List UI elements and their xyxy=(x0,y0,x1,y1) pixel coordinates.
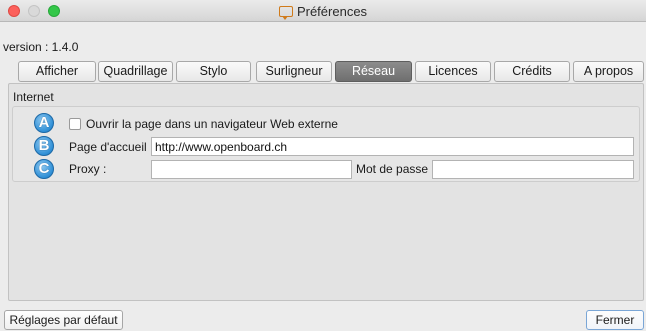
title-bar: Préférences xyxy=(0,0,646,22)
proxy-label: Proxy : xyxy=(69,162,107,176)
open-external-label: Ouvrir la page dans un navigateur Web ex… xyxy=(86,117,338,131)
version-label: version : 1.4.0 xyxy=(3,40,79,54)
internet-group-title: Internet xyxy=(13,90,54,104)
homepage-input[interactable] xyxy=(151,137,634,156)
tab-credits[interactable]: Crédits xyxy=(494,61,570,82)
badge-a-icon: A xyxy=(34,113,54,133)
tab-a-propos[interactable]: A propos xyxy=(573,61,644,82)
badge-c-icon: C xyxy=(34,159,54,179)
restore-defaults-button[interactable]: Réglages par défaut xyxy=(4,310,123,330)
badge-b-icon: B xyxy=(34,136,54,156)
close-button[interactable]: Fermer xyxy=(586,310,644,330)
tab-afficher[interactable]: Afficher xyxy=(18,61,96,82)
homepage-label: Page d'accueil : xyxy=(69,140,154,154)
password-label: Mot de passe : xyxy=(356,162,435,176)
window-title: Préférences xyxy=(296,4,368,19)
board-icon xyxy=(278,6,293,20)
open-external-checkbox[interactable] xyxy=(69,118,81,130)
password-input[interactable] xyxy=(432,160,634,179)
network-panel: Internet A Ouvrir la page dans un naviga… xyxy=(8,83,644,301)
proxy-input[interactable] xyxy=(151,160,352,179)
internet-groupbox: A Ouvrir la page dans un navigateur Web … xyxy=(12,106,640,182)
tab-surligneur[interactable]: Surligneur xyxy=(256,61,332,82)
tab-quadrillage[interactable]: Quadrillage xyxy=(98,61,173,82)
window-title-area: Préférences xyxy=(0,4,646,20)
tab-licences[interactable]: Licences xyxy=(415,61,491,82)
tab-stylo[interactable]: Stylo xyxy=(176,61,251,82)
tab-reseau[interactable]: Réseau xyxy=(335,61,412,82)
